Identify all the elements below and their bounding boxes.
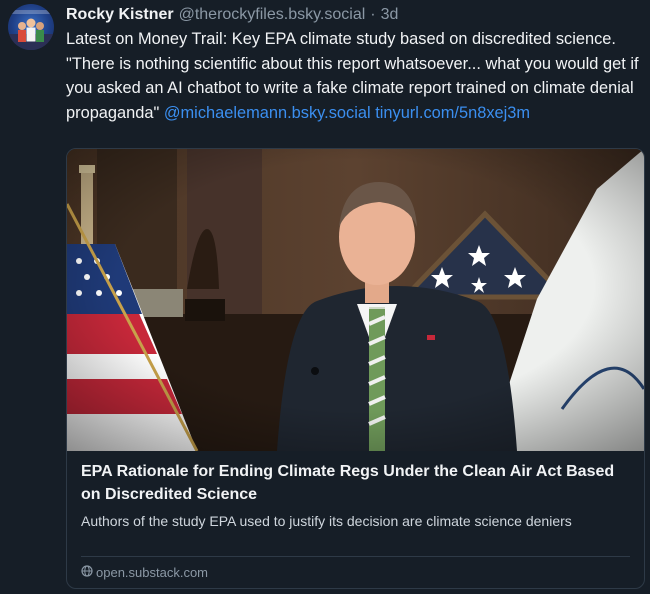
globe-icon: [81, 564, 93, 580]
card-divider: [81, 556, 630, 557]
post: Rocky Kistner @therockyfiles.bsky.social…: [0, 0, 650, 594]
avatar[interactable]: [8, 4, 54, 50]
post-time[interactable]: 3d: [381, 4, 399, 26]
post-text: Latest on Money Trail: Key EPA climate s…: [66, 27, 646, 125]
post-link[interactable]: tinyurl.com/5n8xej3m: [375, 104, 530, 122]
card-thumbnail: [67, 149, 644, 451]
link-preview-card[interactable]: EPA Rationale for Ending Climate Regs Un…: [66, 148, 645, 589]
separator-dot: ·: [370, 6, 376, 23]
card-domain: open.substack.com: [81, 563, 208, 581]
mention-link[interactable]: @michaelemann.bsky.social: [164, 104, 371, 122]
post-header: Rocky Kistner @therockyfiles.bsky.social…: [66, 4, 398, 26]
card-domain-text: open.substack.com: [96, 564, 209, 580]
card-title[interactable]: EPA Rationale for Ending Climate Regs Un…: [81, 460, 633, 506]
author-handle[interactable]: @therockyfiles.bsky.social: [179, 4, 366, 26]
card-description: Authors of the study EPA used to justify…: [81, 513, 572, 529]
author-name[interactable]: Rocky Kistner: [66, 4, 174, 26]
